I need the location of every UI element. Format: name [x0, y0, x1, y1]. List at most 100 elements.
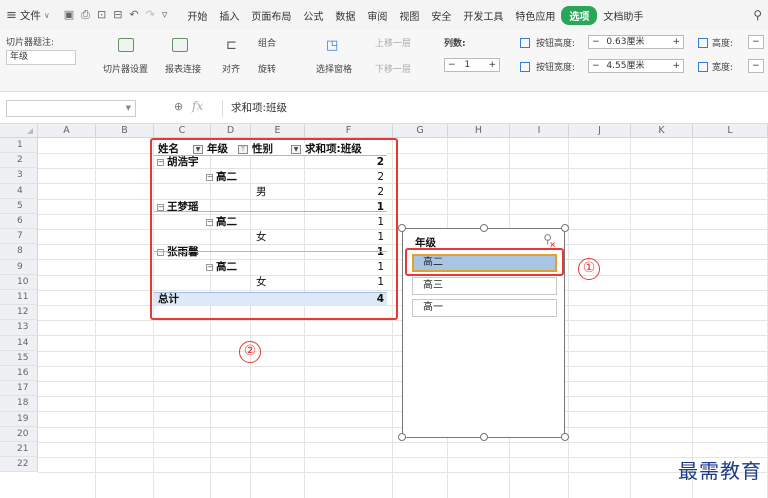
chevron-down-icon[interactable]: ▼ [126, 104, 131, 112]
select-all-corner[interactable] [0, 124, 38, 138]
resize-handle[interactable] [398, 224, 406, 232]
button-width-minus[interactable]: − [592, 61, 600, 71]
row-header[interactable]: 11 [0, 290, 38, 306]
tab-options[interactable]: 选项 [561, 5, 598, 25]
column-header[interactable]: A [38, 124, 96, 138]
tab-formulas[interactable]: 公式 [297, 8, 329, 23]
row-header[interactable]: 6 [0, 214, 38, 230]
row-header[interactable]: 16 [0, 366, 38, 382]
button-height-stepper[interactable]: − 0.63厘米 + [588, 35, 684, 49]
width-icon [698, 62, 708, 72]
tab-developer[interactable]: 开发工具 [457, 8, 509, 23]
report-connections-button[interactable]: 报表连接 [165, 62, 201, 75]
column-header[interactable]: J [569, 124, 631, 138]
slicer-item-grade1[interactable]: 高一 [412, 299, 557, 317]
file-menu[interactable]: ≡ 文件 ∨ [6, 8, 50, 23]
tab-review[interactable]: 审阅 [361, 8, 393, 23]
columns-plus[interactable]: + [488, 59, 496, 71]
row-header[interactable]: 14 [0, 335, 38, 351]
button-height-value: 0.63厘米 [606, 37, 645, 47]
send-backward-button[interactable]: 下移一层 [375, 62, 411, 75]
row-header[interactable]: 17 [0, 381, 38, 397]
tab-special-features[interactable]: 特色应用 [509, 8, 561, 23]
column-header[interactable]: F [305, 124, 393, 138]
redo-icon[interactable]: ↷ [146, 8, 155, 22]
column-header[interactable]: D [211, 124, 251, 138]
resize-handle[interactable] [480, 224, 488, 232]
row-header[interactable]: 13 [0, 320, 38, 336]
tab-data[interactable]: 数据 [329, 8, 361, 23]
row-header[interactable]: 7 [0, 229, 38, 245]
column-header[interactable]: C [154, 124, 211, 138]
row-header[interactable]: 2 [0, 153, 38, 169]
selection-pane-icon: ◳ [326, 38, 339, 53]
row-header[interactable]: 10 [0, 274, 38, 290]
resize-handle[interactable] [480, 433, 488, 441]
row-header[interactable]: 21 [0, 442, 38, 458]
print-preview-icon[interactable]: ⊡ [97, 8, 106, 22]
row-header[interactable]: 4 [0, 183, 38, 199]
align-button[interactable]: 对齐 [222, 62, 240, 75]
column-header[interactable]: L [693, 124, 768, 138]
row-header[interactable]: 19 [0, 411, 38, 427]
columns-minus[interactable]: − [448, 60, 456, 70]
search-icon[interactable]: ⚲ [753, 8, 762, 22]
clear-filter-icon[interactable]: ⚲ × [543, 232, 556, 249]
customize-icon[interactable]: ▿ [162, 8, 168, 22]
bring-forward-button[interactable]: 上移一层 [375, 36, 411, 49]
row-header[interactable]: 12 [0, 305, 38, 321]
caption-label: 切片器题注: [6, 38, 55, 48]
name-box[interactable]: ▼ [6, 100, 136, 117]
tab-insert[interactable]: 插入 [213, 8, 245, 23]
save-icon[interactable]: ▣ [64, 8, 74, 22]
tab-page-layout[interactable]: 页面布局 [245, 8, 297, 23]
column-header[interactable]: H [448, 124, 510, 138]
preview-icon[interactable]: ⊟ [113, 8, 122, 22]
row-header[interactable]: 3 [0, 168, 38, 184]
width-label: 宽度: [712, 63, 734, 73]
button-width-plus[interactable]: + [672, 60, 680, 72]
grid-hline [38, 441, 768, 443]
fx-icon[interactable]: fx [192, 99, 203, 113]
tab-home[interactable]: 开始 [181, 8, 213, 23]
menu-bar: ≡ 文件 ∨ ▣ ⎙ ⊡ ⊟ ↶ ↷ ▿ 开始 插入 页面布局 公式 数据 审阅… [0, 0, 768, 30]
row-header[interactable]: 8 [0, 244, 38, 260]
resize-handle[interactable] [561, 433, 569, 441]
tab-doc-assistant[interactable]: 文档助手 [597, 8, 649, 23]
row-header[interactable]: 18 [0, 396, 38, 412]
row-header[interactable]: 9 [0, 259, 38, 275]
column-header[interactable]: B [96, 124, 154, 138]
column-header[interactable]: K [631, 124, 693, 138]
height-stepper[interactable]: − [748, 35, 764, 49]
row-header[interactable]: 1 [0, 138, 38, 154]
grid-vline [568, 138, 569, 498]
resize-handle[interactable] [398, 433, 406, 441]
ribbon-tabs: 开始 插入 页面布局 公式 数据 审阅 视图 安全 开发工具 特色应用 选项 文… [181, 5, 649, 25]
print-icon[interactable]: ⎙ [81, 8, 90, 22]
button-height-plus[interactable]: + [672, 36, 680, 48]
grid-vline [630, 138, 631, 498]
columns-stepper[interactable]: − 1 + [444, 58, 500, 72]
button-height-minus[interactable]: − [592, 37, 600, 47]
tab-view[interactable]: 视图 [393, 8, 425, 23]
row-header[interactable]: 15 [0, 350, 38, 366]
zoom-icon[interactable]: ⊕ [174, 100, 183, 113]
slicer-caption-input[interactable]: 年级 [6, 50, 76, 65]
resize-handle[interactable] [561, 224, 569, 232]
undo-icon[interactable]: ↶ [129, 8, 138, 22]
row-header[interactable]: 5 [0, 198, 38, 214]
row-header[interactable]: 20 [0, 426, 38, 442]
button-width-stepper[interactable]: − 4.55厘米 + [588, 59, 684, 73]
row-header[interactable]: 22 [0, 457, 38, 473]
selection-pane-button[interactable]: 选择窗格 [316, 62, 352, 75]
width-stepper[interactable]: − [748, 59, 764, 73]
formula-input[interactable]: 求和项:班级 [222, 100, 762, 117]
group-button[interactable]: 组合 [258, 36, 276, 49]
column-header[interactable]: I [510, 124, 569, 138]
slicer-settings-button[interactable]: 切片器设置 [103, 62, 148, 75]
rotate-button[interactable]: 旋转 [258, 62, 276, 75]
column-header[interactable]: E [251, 124, 305, 138]
slicer-item-grade3[interactable]: 高三 [412, 277, 557, 295]
column-header[interactable]: G [393, 124, 448, 138]
tab-security[interactable]: 安全 [425, 8, 457, 23]
